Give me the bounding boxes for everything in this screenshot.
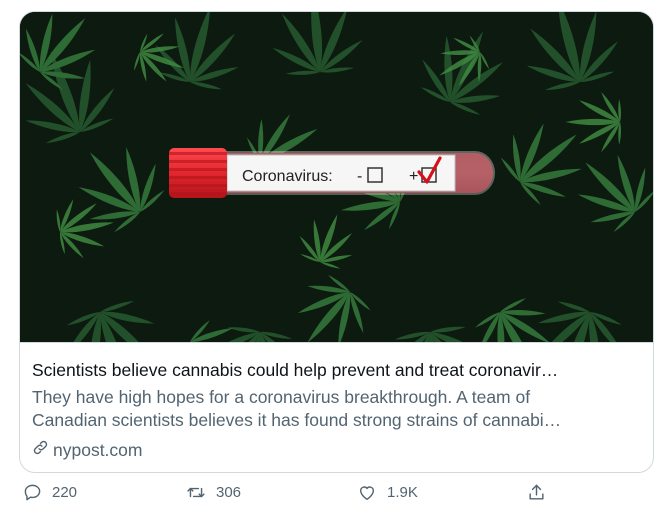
domain-text: nypost.com xyxy=(53,439,143,460)
like-icon xyxy=(357,483,377,502)
preview-image[interactable]: Coronavirus: - + xyxy=(20,12,653,343)
preview-info[interactable]: Scientists believe cannabis could help p… xyxy=(20,343,653,472)
article-description: They have high hopes for a coronavirus b… xyxy=(32,386,640,432)
svg-text:+: + xyxy=(409,168,418,185)
article-description-line: They have high hopes for a coronavirus b… xyxy=(32,387,531,407)
like-button[interactable]: 1.9K xyxy=(357,483,418,502)
retweet-button[interactable]: 306 xyxy=(186,483,241,502)
tweet-action-bar: 220 306 1.9K xyxy=(0,480,666,512)
test-tube-illustration: Coronavirus: - + xyxy=(169,148,495,198)
like-count: 1.9K xyxy=(387,484,418,501)
reply-count: 220 xyxy=(52,484,78,501)
svg-text:Coronavirus:: Coronavirus: xyxy=(242,168,333,185)
article-domain: nypost.com xyxy=(32,439,142,461)
svg-text:-: - xyxy=(357,168,362,185)
reply-button[interactable]: 220 xyxy=(23,483,77,502)
link-icon xyxy=(32,439,49,461)
reply-icon xyxy=(23,483,42,502)
share-icon xyxy=(527,483,546,502)
article-title: Scientists believe cannabis could help p… xyxy=(32,360,559,380)
link-preview-card[interactable]: Coronavirus: - + Scientists believe cann… xyxy=(19,11,654,473)
article-description-line: Canadian scientists believes it has foun… xyxy=(32,410,562,430)
share-button[interactable] xyxy=(527,483,546,502)
retweet-icon xyxy=(186,483,206,502)
retweet-count: 306 xyxy=(216,484,242,501)
